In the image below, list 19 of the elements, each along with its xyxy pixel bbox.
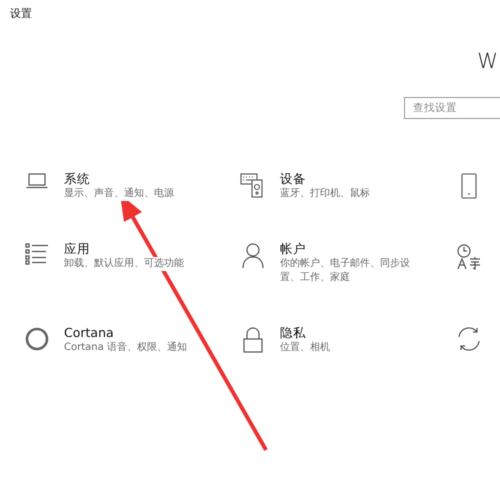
category-title[interactable]: 系统 [64, 171, 174, 187]
sync-icon [456, 327, 482, 351]
window-title: 设置 [10, 6, 32, 21]
category-title[interactable]: 隐私 [280, 325, 330, 341]
list-icon [25, 243, 49, 265]
category-title[interactable]: 帐户 [280, 241, 412, 257]
category-title[interactable]: 设备 [280, 171, 370, 187]
category-description: 显示、声音、通知、电源 [64, 187, 174, 201]
lock-icon [243, 327, 263, 353]
category-title[interactable]: Cortana [64, 325, 187, 341]
page-heading: W [477, 48, 498, 74]
clock-language-icon [456, 243, 482, 271]
laptop-icon [26, 173, 48, 189]
category-title[interactable]: 应用 [64, 241, 184, 257]
phone-icon [461, 173, 477, 199]
category-description: 卸载、默认应用、可选功能 [64, 257, 184, 271]
person-icon [242, 243, 264, 269]
ring-icon [25, 327, 49, 351]
search-field[interactable]: 查找设置 [404, 97, 500, 119]
